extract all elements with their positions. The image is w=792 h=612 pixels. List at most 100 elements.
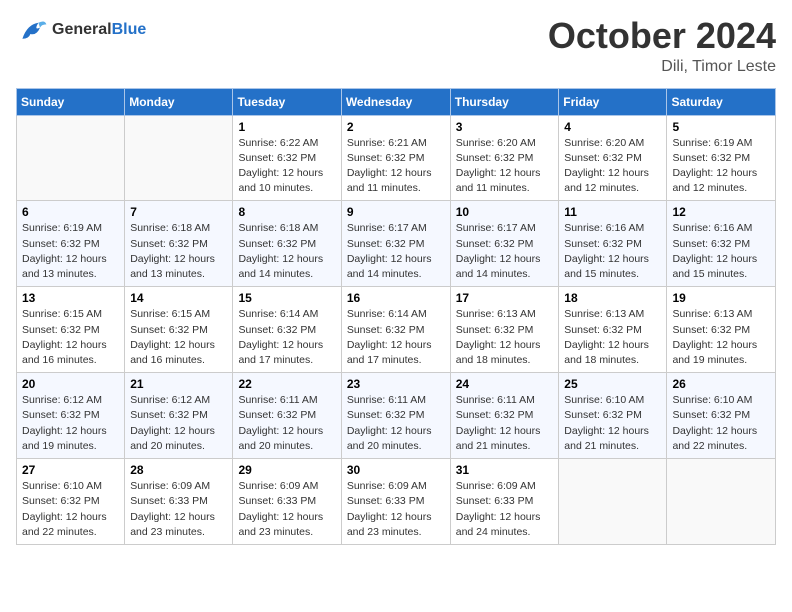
- day-info: Sunrise: 6:11 AM Sunset: 6:32 PM Dayligh…: [238, 393, 335, 454]
- day-cell: 2 Sunrise: 6:21 AM Sunset: 6:32 PM Daylig…: [341, 115, 450, 201]
- day-number: 24: [456, 377, 554, 391]
- day-info: Sunrise: 6:13 AM Sunset: 6:32 PM Dayligh…: [564, 307, 661, 368]
- day-cell: 22 Sunrise: 6:11 AM Sunset: 6:32 PM Dayli…: [233, 373, 341, 459]
- day-cell: 12 Sunrise: 6:16 AM Sunset: 6:32 PM Dayli…: [667, 201, 776, 287]
- day-cell: 20 Sunrise: 6:12 AM Sunset: 6:32 PM Dayli…: [17, 373, 125, 459]
- header-cell-monday: Monday: [125, 88, 233, 115]
- day-cell: 16Sunrise: 6:14 AM Sunset: 6:32 PM Dayli…: [341, 287, 450, 373]
- day-info: Sunrise: 6:09 AM Sunset: 6:33 PM Dayligh…: [238, 479, 335, 540]
- day-info: Sunrise: 6:22 AM Sunset: 6:32 PM Dayligh…: [238, 136, 335, 197]
- day-cell: 13Sunrise: 6:15 AM Sunset: 6:32 PM Dayli…: [17, 287, 125, 373]
- day-cell: 17 Sunrise: 6:13 AM Sunset: 6:32 PM Dayli…: [450, 287, 559, 373]
- day-cell: 14 Sunrise: 6:15 AM Sunset: 6:32 PM Dayli…: [125, 287, 233, 373]
- day-info: Sunrise: 6:14 AM Sunset: 6:32 PM Dayligh…: [238, 307, 335, 368]
- day-number: 26: [672, 377, 770, 391]
- day-cell: 11 Sunrise: 6:16 AM Sunset: 6:32 PM Dayli…: [559, 201, 667, 287]
- day-cell: 1 Sunrise: 6:22 AM Sunset: 6:32 PM Daylig…: [233, 115, 341, 201]
- day-number: 25: [564, 377, 661, 391]
- day-cell: 9 Sunrise: 6:17 AM Sunset: 6:32 PM Daylig…: [341, 201, 450, 287]
- day-info: Sunrise: 6:16 AM Sunset: 6:32 PM Dayligh…: [564, 221, 661, 282]
- day-info: Sunrise: 6:15 AM Sunset: 6:32 PM Dayligh…: [22, 307, 119, 368]
- day-info: Sunrise: 6:18 AM Sunset: 6:32 PM Dayligh…: [130, 221, 227, 282]
- header-cell-wednesday: Wednesday: [341, 88, 450, 115]
- day-number: 22: [238, 377, 335, 391]
- day-number: 3: [456, 120, 554, 134]
- day-number: 29: [238, 463, 335, 477]
- day-info: Sunrise: 6:15 AM Sunset: 6:32 PM Dayligh…: [130, 307, 227, 368]
- header-cell-thursday: Thursday: [450, 88, 559, 115]
- day-number: 14: [130, 291, 227, 305]
- day-cell: 3 Sunrise: 6:20 AM Sunset: 6:32 PM Daylig…: [450, 115, 559, 201]
- week-row-2: 6 Sunrise: 6:19 AM Sunset: 6:32 PM Daylig…: [17, 201, 776, 287]
- day-number: 23: [347, 377, 445, 391]
- day-number: 1: [238, 120, 335, 134]
- day-info: Sunrise: 6:21 AM Sunset: 6:32 PM Dayligh…: [347, 136, 445, 197]
- day-info: Sunrise: 6:09 AM Sunset: 6:33 PM Dayligh…: [456, 479, 554, 540]
- day-number: 17: [456, 291, 554, 305]
- day-info: Sunrise: 6:09 AM Sunset: 6:33 PM Dayligh…: [130, 479, 227, 540]
- day-number: 4: [564, 120, 661, 134]
- week-row-4: 20 Sunrise: 6:12 AM Sunset: 6:32 PM Dayli…: [17, 373, 776, 459]
- day-info: Sunrise: 6:10 AM Sunset: 6:32 PM Dayligh…: [564, 393, 661, 454]
- calendar-header-row: SundayMondayTuesdayWednesdayThursdayFrid…: [17, 88, 776, 115]
- day-number: 30: [347, 463, 445, 477]
- day-number: 27: [22, 463, 119, 477]
- day-info: Sunrise: 6:20 AM Sunset: 6:32 PM Dayligh…: [456, 136, 554, 197]
- day-number: 20: [22, 377, 119, 391]
- day-info: Sunrise: 6:19 AM Sunset: 6:32 PM Dayligh…: [22, 221, 119, 282]
- page-header: GeneralBlue October 2024 Dili, Timor Les…: [16, 16, 776, 76]
- header-cell-friday: Friday: [559, 88, 667, 115]
- logo-icon: [16, 16, 48, 44]
- day-cell: [125, 115, 233, 201]
- day-number: 9: [347, 205, 445, 219]
- day-cell: 26 Sunrise: 6:10 AM Sunset: 6:32 PM Dayli…: [667, 373, 776, 459]
- day-cell: 29 Sunrise: 6:09 AM Sunset: 6:33 PM Dayli…: [233, 459, 341, 545]
- day-cell: [559, 459, 667, 545]
- day-number: 2: [347, 120, 445, 134]
- day-cell: 23Sunrise: 6:11 AM Sunset: 6:32 PM Dayli…: [341, 373, 450, 459]
- day-info: Sunrise: 6:10 AM Sunset: 6:32 PM Dayligh…: [22, 479, 119, 540]
- day-cell: 4 Sunrise: 6:20 AM Sunset: 6:32 PM Daylig…: [559, 115, 667, 201]
- day-cell: 7 Sunrise: 6:18 AM Sunset: 6:32 PM Daylig…: [125, 201, 233, 287]
- day-number: 21: [130, 377, 227, 391]
- day-number: 10: [456, 205, 554, 219]
- header-cell-saturday: Saturday: [667, 88, 776, 115]
- day-info: Sunrise: 6:17 AM Sunset: 6:32 PM Dayligh…: [347, 221, 445, 282]
- day-cell: 18 Sunrise: 6:13 AM Sunset: 6:32 PM Dayli…: [559, 287, 667, 373]
- location-title: Dili, Timor Leste: [548, 58, 776, 76]
- day-info: Sunrise: 6:13 AM Sunset: 6:32 PM Dayligh…: [456, 307, 554, 368]
- day-number: 11: [564, 205, 661, 219]
- day-cell: 8Sunrise: 6:18 AM Sunset: 6:32 PM Daylig…: [233, 201, 341, 287]
- day-info: Sunrise: 6:16 AM Sunset: 6:32 PM Dayligh…: [672, 221, 770, 282]
- day-cell: 31 Sunrise: 6:09 AM Sunset: 6:33 PM Dayli…: [450, 459, 559, 545]
- day-info: Sunrise: 6:12 AM Sunset: 6:32 PM Dayligh…: [22, 393, 119, 454]
- day-cell: 27 Sunrise: 6:10 AM Sunset: 6:32 PM Dayli…: [17, 459, 125, 545]
- day-cell: 21 Sunrise: 6:12 AM Sunset: 6:32 PM Dayli…: [125, 373, 233, 459]
- week-row-3: 13Sunrise: 6:15 AM Sunset: 6:32 PM Dayli…: [17, 287, 776, 373]
- day-info: Sunrise: 6:20 AM Sunset: 6:32 PM Dayligh…: [564, 136, 661, 197]
- day-number: 6: [22, 205, 119, 219]
- day-number: 7: [130, 205, 227, 219]
- day-info: Sunrise: 6:13 AM Sunset: 6:32 PM Dayligh…: [672, 307, 770, 368]
- title-block: October 2024 Dili, Timor Leste: [548, 16, 776, 76]
- day-cell: 10Sunrise: 6:17 AM Sunset: 6:32 PM Dayli…: [450, 201, 559, 287]
- calendar-table: SundayMondayTuesdayWednesdayThursdayFrid…: [16, 88, 776, 545]
- day-number: 18: [564, 291, 661, 305]
- day-cell: 6 Sunrise: 6:19 AM Sunset: 6:32 PM Daylig…: [17, 201, 125, 287]
- logo: GeneralBlue: [16, 16, 146, 44]
- day-info: Sunrise: 6:11 AM Sunset: 6:32 PM Dayligh…: [456, 393, 554, 454]
- day-cell: 15 Sunrise: 6:14 AM Sunset: 6:32 PM Dayli…: [233, 287, 341, 373]
- day-number: 15: [238, 291, 335, 305]
- day-info: Sunrise: 6:09 AM Sunset: 6:33 PM Dayligh…: [347, 479, 445, 540]
- day-number: 28: [130, 463, 227, 477]
- day-cell: 5Sunrise: 6:19 AM Sunset: 6:32 PM Daylig…: [667, 115, 776, 201]
- header-cell-tuesday: Tuesday: [233, 88, 341, 115]
- day-info: Sunrise: 6:10 AM Sunset: 6:32 PM Dayligh…: [672, 393, 770, 454]
- day-number: 12: [672, 205, 770, 219]
- week-row-1: 1 Sunrise: 6:22 AM Sunset: 6:32 PM Daylig…: [17, 115, 776, 201]
- day-cell: [17, 115, 125, 201]
- day-number: 31: [456, 463, 554, 477]
- day-cell: 19Sunrise: 6:13 AM Sunset: 6:32 PM Dayli…: [667, 287, 776, 373]
- day-cell: 28 Sunrise: 6:09 AM Sunset: 6:33 PM Dayli…: [125, 459, 233, 545]
- day-info: Sunrise: 6:12 AM Sunset: 6:32 PM Dayligh…: [130, 393, 227, 454]
